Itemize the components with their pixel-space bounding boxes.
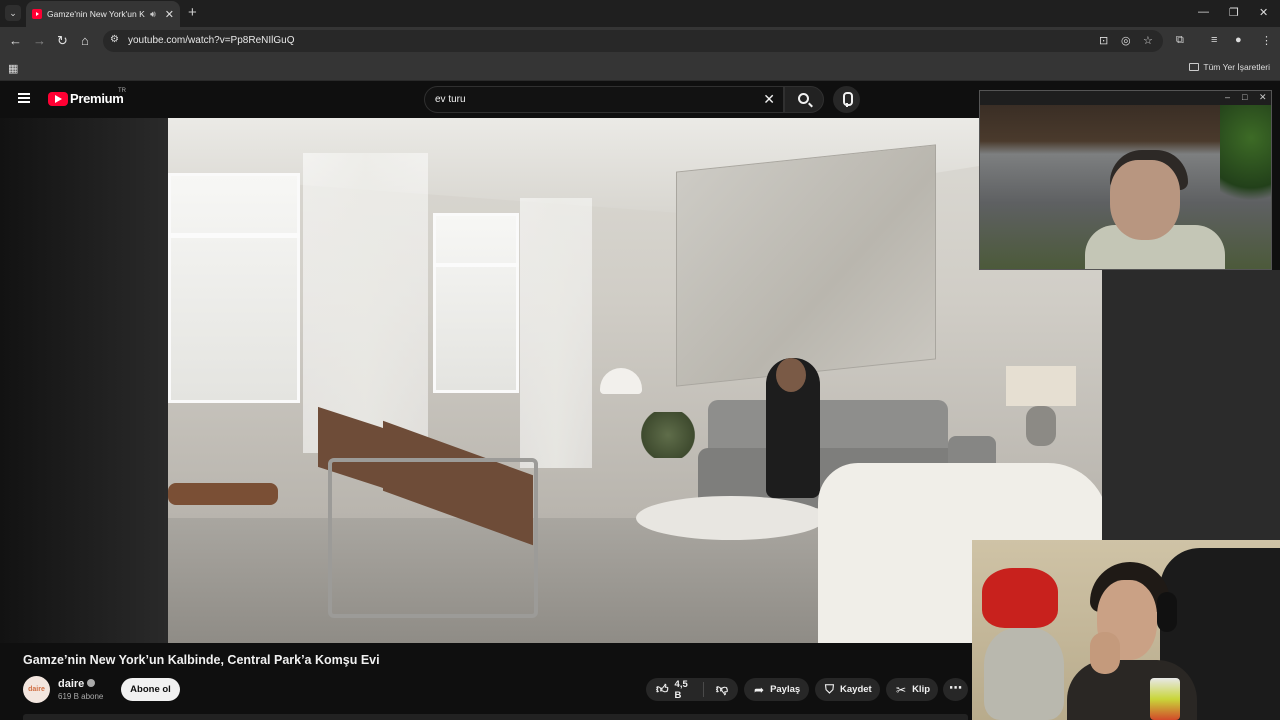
bookmarks-bar: ▦ Tüm Yer İşaretleri (0, 56, 1280, 81)
player-left-backdrop (0, 118, 168, 643)
minimize-icon[interactable]: – (1225, 92, 1230, 102)
video-frame-bench (168, 483, 278, 505)
video-title: Gamze’nin New York’un Kalbinde, Central … (23, 653, 380, 667)
webcam-plant (1220, 105, 1271, 215)
video-frame-window-middle (433, 213, 519, 393)
video-frame-window-bar (168, 233, 300, 238)
channel-name-text[interactable]: daire (58, 678, 84, 690)
close-icon[interactable]: ✕ (1259, 92, 1267, 103)
webcam-red-plush-toy (982, 568, 1058, 628)
video-frame-curtain (520, 198, 592, 468)
folder-icon (1189, 63, 1200, 71)
share-label: Paylaş (770, 684, 801, 695)
video-frame-lamp-base (1026, 406, 1056, 446)
minimize-window-button[interactable]: — (1198, 6, 1209, 18)
webcam-feed-top (980, 105, 1271, 269)
video-frame-window-left (168, 173, 300, 403)
browser-toolbar: ← → ↻ ⌂ ⚙ youtube.com/watch?v=Pp8ReNIlGu… (0, 27, 1280, 56)
reload-icon[interactable]: ↻ (57, 33, 68, 49)
voice-search-microphone-icon[interactable] (833, 86, 860, 113)
back-arrow-icon[interactable]: ← (9, 33, 22, 48)
share-button[interactable]: ➦ Paylaş (744, 678, 809, 701)
description-panel-edge (23, 714, 968, 720)
tab-search-button[interactable]: ⌄ (5, 5, 21, 21)
browser-menu-icon[interactable]: ⋮ (1261, 34, 1272, 47)
webcam-person-face (1110, 160, 1180, 240)
apps-grid-icon[interactable]: ▦ (8, 62, 18, 75)
like-divider (703, 682, 704, 697)
video-frame-window-bar (433, 263, 519, 267)
more-actions-icon[interactable]: ⋯ (943, 678, 968, 701)
webcam-feed-bottom (972, 540, 1280, 720)
site-info-icon[interactable]: ⚙ (110, 34, 119, 45)
webcam-grey-plush-toy (984, 628, 1064, 720)
video-frame-plant (638, 412, 698, 458)
youtube-premium-logo[interactable]: Premium (70, 91, 124, 106)
search-query[interactable]: ev turu (435, 94, 466, 105)
video-frame-person-head (776, 358, 806, 392)
channel-avatar[interactable]: daire (23, 676, 50, 703)
speaker-icon[interactable]: 🔊︎ (150, 9, 156, 20)
webcam-titlebar[interactable]: – □ ✕ (980, 91, 1271, 105)
bookmark-icon: ⛉ (825, 682, 835, 696)
tab-title: Gamze'nin New York'un Kalbinde, Central … (47, 9, 145, 19)
video-frame-coffee-table (636, 496, 826, 540)
webcam-headphones (1157, 592, 1177, 632)
bookmark-star-icon[interactable]: ☆ (1143, 34, 1153, 47)
extensions-icon[interactable]: ⧉ (1176, 34, 1184, 47)
youtube-logo-icon[interactable] (48, 92, 68, 106)
hamburger-menu-icon[interactable] (18, 93, 30, 103)
home-icon[interactable]: ⌂ (81, 33, 89, 48)
clear-search-icon[interactable]: ✕ (763, 91, 775, 108)
video-player[interactable] (168, 118, 1102, 643)
search-icon (798, 93, 809, 104)
video-frame-lamp (600, 368, 642, 394)
video-frame-chair-frame (328, 458, 538, 618)
like-dislike-segment: 👍︎ 4,5 B 👎︎ (646, 678, 738, 701)
subscribe-button[interactable]: Abone ol (121, 678, 180, 701)
channel-name[interactable]: daire (58, 678, 96, 690)
save-button[interactable]: ⛉ Kaydet (815, 678, 880, 701)
share-arrow-icon: ➦ (754, 682, 765, 697)
player-right-backdrop (1102, 270, 1280, 540)
maximize-icon[interactable]: □ (1242, 92, 1247, 102)
reading-list-icon[interactable]: ≡ (1211, 34, 1217, 46)
channel-avatar-text: daire (28, 686, 45, 693)
webcam-person-hand (1090, 632, 1120, 674)
all-bookmarks-button[interactable]: Tüm Yer İşaretleri (1189, 62, 1270, 72)
eye-off-icon[interactable]: ◎ (1121, 34, 1131, 47)
scissors-icon: ✂ (896, 682, 907, 697)
webcam-cup (1150, 678, 1180, 720)
new-tab-button[interactable]: + (188, 5, 197, 21)
save-label: Kaydet (840, 684, 872, 695)
clip-label: Klip (912, 684, 931, 695)
profile-avatar-icon[interactable]: ● (1235, 34, 1242, 46)
browser-tab-strip: ⌄ Gamze'nin New York'un Kalbinde, Centra… (0, 0, 1280, 27)
address-bar[interactable]: ⚙ youtube.com/watch?v=Pp8ReNIlGuQ ⊡ ◎ ☆ (103, 30, 1163, 52)
close-window-button[interactable]: ✕ (1259, 6, 1268, 19)
search-button[interactable] (784, 86, 824, 113)
country-code: TR (118, 88, 126, 94)
video-frame-floor-lamp (1006, 366, 1076, 406)
like-count[interactable]: 4,5 B (675, 679, 692, 701)
close-tab-icon[interactable]: ✕ (165, 8, 174, 21)
video-frame-mirror (676, 144, 936, 387)
youtube-favicon-icon (32, 9, 42, 19)
browser-tab-active[interactable]: Gamze'nin New York'un Kalbinde, Central … (26, 1, 180, 27)
webcam-window-top[interactable]: – □ ✕ (979, 90, 1272, 270)
search-input[interactable]: ev turu ✕ (424, 86, 784, 113)
subscriber-count: 619 B abone (58, 692, 104, 701)
url-text[interactable]: youtube.com/watch?v=Pp8ReNIlGuQ (128, 35, 294, 46)
clip-button[interactable]: ✂ Klip (886, 678, 938, 701)
install-app-icon[interactable]: ⊡ (1099, 34, 1108, 47)
forward-arrow-icon[interactable]: → (33, 33, 46, 48)
verified-badge-icon (87, 679, 96, 688)
restore-window-button[interactable]: ❐ (1229, 6, 1239, 19)
thumbs-up-icon[interactable]: 👍︎ (656, 682, 669, 697)
thumbs-down-icon[interactable]: 👎︎ (716, 682, 728, 697)
all-bookmarks-label: Tüm Yer İşaretleri (1203, 62, 1270, 72)
